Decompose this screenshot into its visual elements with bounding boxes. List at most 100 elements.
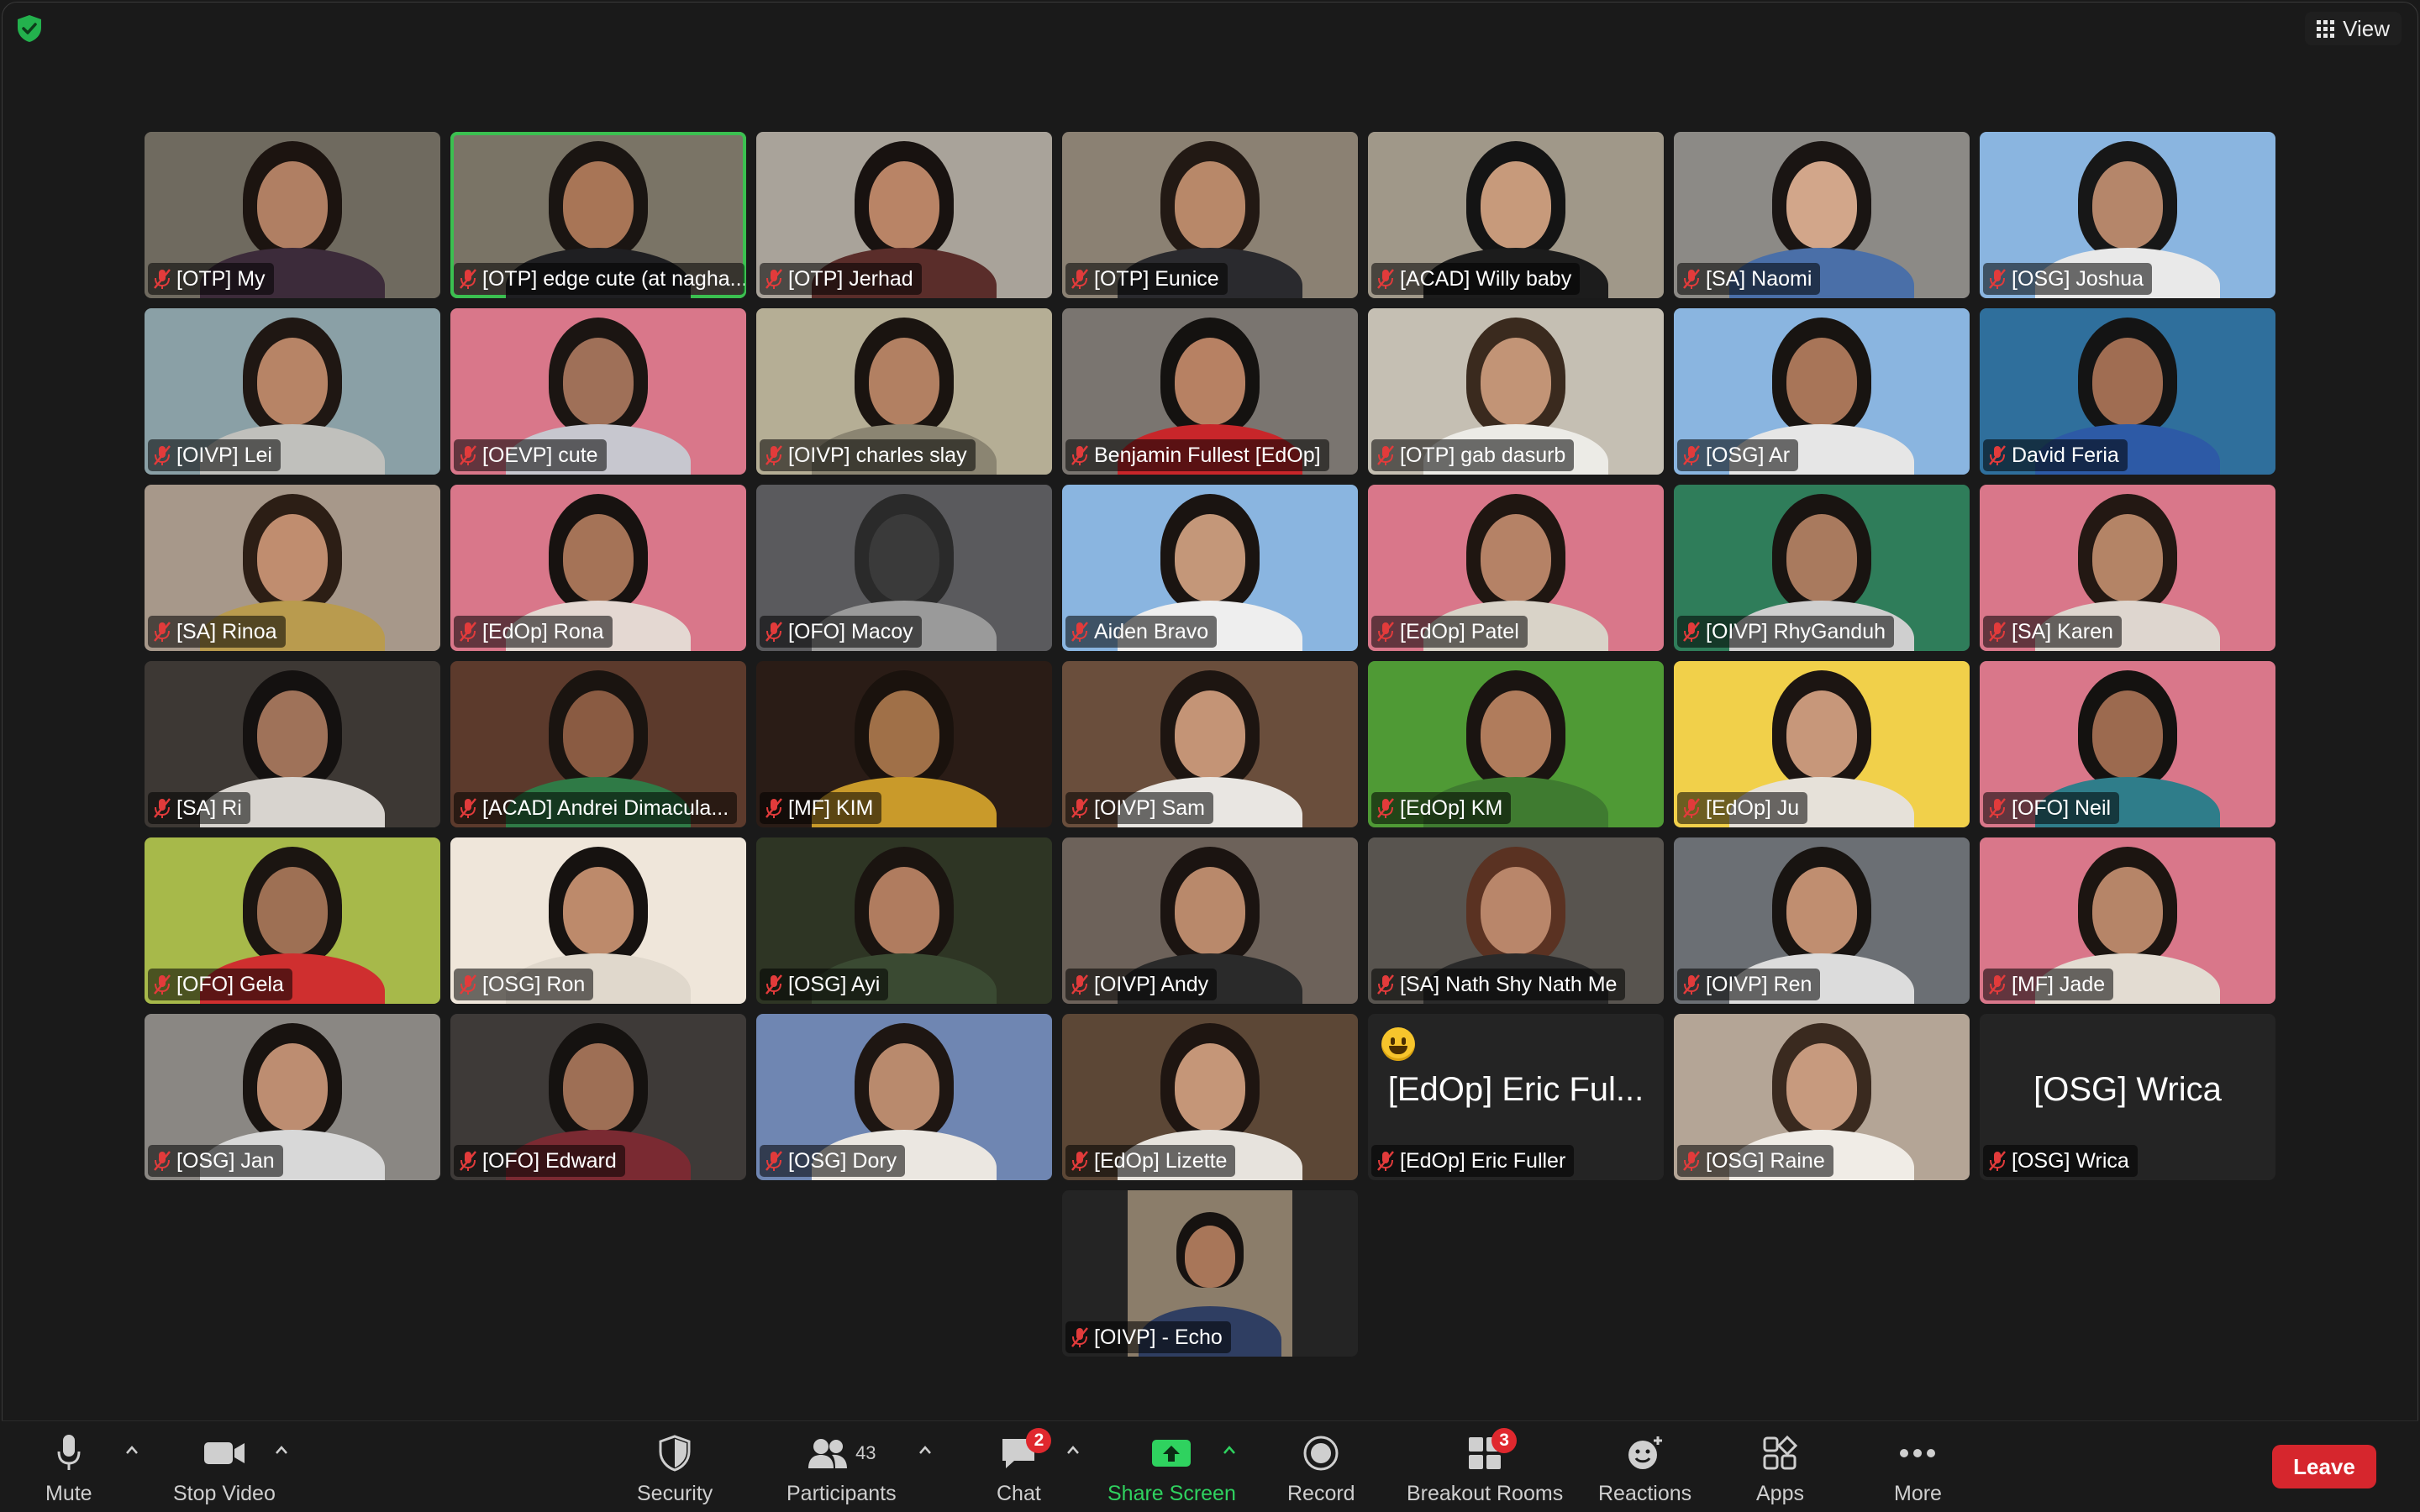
participant-tile[interactable]: [OFO] Gela	[145, 837, 440, 1004]
participant-name-tag: [OSG] Ayi	[760, 969, 889, 1000]
participant-tile[interactable]: [SA] Nath Shy Nath Me	[1368, 837, 1664, 1004]
participant-display-name: [EdOp] Eric Ful...	[1387, 1071, 1644, 1108]
participant-tile[interactable]: [ACAD] Andrei Dimacula...	[450, 661, 746, 827]
muted-microphone-icon	[1683, 798, 1700, 818]
participant-name-tag: [OTP] edge cute (at nagha...	[454, 263, 744, 295]
participant-tile[interactable]: [OSG] Raine	[1674, 1014, 1970, 1180]
participant-tile[interactable]: [EdOp] Patel	[1368, 485, 1664, 651]
reactions-button[interactable]: Reactions	[1598, 1431, 1691, 1506]
record-icon	[1303, 1436, 1339, 1471]
chat-button[interactable]: 2 Chat	[997, 1428, 1052, 1506]
participant-tile[interactable]: [OFO] Macoy	[756, 485, 1052, 651]
participant-tile[interactable]: [OSG] Wrica [OSG] Wrica	[1980, 1014, 2275, 1180]
muted-microphone-icon	[1989, 798, 2006, 818]
gallery-row: [OFO] Gela [OSG] Ron [OSG] Ayi [OIVP] Andy […	[145, 837, 2275, 1004]
participant-tile[interactable]: [EdOp] Ju	[1674, 661, 1970, 827]
muted-microphone-icon	[154, 974, 171, 995]
chat-options-caret-icon[interactable]	[1065, 1445, 1081, 1455]
participant-name: [OSG] Dory	[788, 1148, 897, 1173]
participant-name: [OFO] Gela	[176, 972, 284, 996]
participant-tile[interactable]: David Feria	[1980, 308, 2275, 475]
participant-name-tag: [OSG] Ar	[1677, 439, 1799, 471]
participants-options-caret-icon[interactable]	[918, 1445, 933, 1455]
participant-tile[interactable]: [OFO] Neil	[1980, 661, 2275, 827]
participant-tile[interactable]: [SA] Ri	[145, 661, 440, 827]
participant-tile[interactable]: [OSG] Dory	[756, 1014, 1052, 1180]
record-button[interactable]: Record	[1287, 1431, 1355, 1506]
participant-tile[interactable]: [EdOp] Eric Ful... [EdOp] Eric Fuller	[1368, 1014, 1664, 1180]
participant-tile[interactable]: [EdOp] Rona	[450, 485, 746, 651]
audio-options-caret-icon[interactable]	[124, 1445, 139, 1455]
participant-tile[interactable]: [EdOp] Lizette	[1062, 1014, 1358, 1180]
participant-tile[interactable]: [OIVP] - Echo	[1062, 1190, 1358, 1357]
muted-microphone-icon	[460, 1151, 476, 1171]
participant-tile[interactable]: [OSG] Ar	[1674, 308, 1970, 475]
stop-video-button[interactable]: Stop Video	[173, 1431, 276, 1506]
participant-tile[interactable]: [OTP] My	[145, 132, 440, 298]
muted-microphone-icon	[460, 269, 476, 289]
participant-tile[interactable]: [EdOp] KM	[1368, 661, 1664, 827]
participant-name: [EdOp] Rona	[482, 619, 604, 643]
participant-tile[interactable]: Benjamin Fullest [EdOp]	[1062, 308, 1358, 475]
participant-tile[interactable]: [OTP] Eunice	[1062, 132, 1358, 298]
participant-tile[interactable]: [OIVP] Lei	[145, 308, 440, 475]
participant-name-tag: [SA] Nath Shy Nath Me	[1371, 969, 1626, 1000]
participant-tile[interactable]: [OIVP] RhyGanduh	[1674, 485, 1970, 651]
more-button[interactable]: More	[1894, 1431, 1942, 1506]
muted-microphone-icon	[765, 622, 782, 642]
apps-button[interactable]: Apps	[1756, 1431, 1804, 1506]
participant-tile[interactable]: [OSG] Ron	[450, 837, 746, 1004]
breakout-rooms-button[interactable]: 3 Breakout Rooms	[1407, 1428, 1563, 1506]
participant-tile[interactable]: [OTP] gab dasurb	[1368, 308, 1664, 475]
participant-name: [OIVP] Lei	[176, 443, 272, 467]
participant-tile[interactable]: [ACAD] Willy baby	[1368, 132, 1664, 298]
participant-name-tag: [OSG] Dory	[760, 1145, 906, 1177]
share-options-caret-icon[interactable]	[1222, 1445, 1237, 1455]
participant-name-tag: [OIVP] - Echo	[1065, 1321, 1231, 1353]
participant-name: [EdOp] Lizette	[1094, 1148, 1228, 1173]
gallery-row: [OTP] My [OTP] edge cute (at nagha... [OTP…	[145, 132, 2275, 298]
participant-name: [OSG] Jan	[176, 1148, 275, 1173]
participant-tile[interactable]: [OEVP] cute	[450, 308, 746, 475]
participant-tile[interactable]: [OTP] edge cute (at nagha...	[450, 132, 746, 298]
participant-tile[interactable]: [MF] KIM	[756, 661, 1052, 827]
participant-tile[interactable]: [OSG] Jan	[145, 1014, 440, 1180]
security-button[interactable]: Security	[637, 1431, 713, 1506]
participant-tile[interactable]: Aiden Bravo	[1062, 485, 1358, 651]
video-options-caret-icon[interactable]	[274, 1445, 289, 1455]
participant-tile[interactable]: [OIVP] Sam	[1062, 661, 1358, 827]
participant-name-tag: [EdOp] Lizette	[1065, 1145, 1236, 1177]
participant-tile[interactable]: [OFO] Edward	[450, 1014, 746, 1180]
participant-tile[interactable]: [SA] Rinoa	[145, 485, 440, 651]
mute-button[interactable]: Mute	[45, 1431, 92, 1506]
view-button[interactable]: View	[2305, 12, 2402, 45]
muted-microphone-icon	[765, 1151, 782, 1171]
stop-video-label: Stop Video	[173, 1482, 276, 1505]
leave-button[interactable]: Leave	[2272, 1445, 2376, 1488]
reactions-smiley-icon	[1628, 1436, 1662, 1469]
smiley-icon	[1381, 1027, 1415, 1061]
participant-tile[interactable]: [SA] Karen	[1980, 485, 2275, 651]
participant-name-tag: [EdOp] Rona	[454, 616, 613, 648]
participant-name-tag: [OSG] Ron	[454, 969, 594, 1000]
muted-microphone-icon	[154, 1151, 171, 1171]
participant-tile[interactable]: [OIVP] Andy	[1062, 837, 1358, 1004]
participants-button[interactable]: 43 Participants	[786, 1431, 897, 1506]
participant-tile[interactable]: [OSG] Joshua	[1980, 132, 2275, 298]
mute-label: Mute	[45, 1482, 92, 1505]
participant-tile[interactable]: [OTP] Jerhad	[756, 132, 1052, 298]
participant-tile[interactable]: [SA] Naomi	[1674, 132, 1970, 298]
share-screen-button[interactable]: Share Screen	[1107, 1431, 1236, 1506]
participant-name-tag: [OIVP] RhyGanduh	[1677, 616, 1895, 648]
participant-tile[interactable]: [OIVP] Ren	[1674, 837, 1970, 1004]
grid-view-icon	[2317, 19, 2335, 38]
muted-microphone-icon	[1989, 445, 2006, 465]
muted-microphone-icon	[1683, 974, 1700, 995]
participant-tile[interactable]: [MF] Jade	[1980, 837, 2275, 1004]
participant-tile[interactable]: [OSG] Ayi	[756, 837, 1052, 1004]
participant-name: [EdOp] Patel	[1400, 619, 1519, 643]
participant-tile[interactable]: [OIVP] charles slay	[756, 308, 1052, 475]
participant-name-tag: [OFO] Gela	[148, 969, 292, 1000]
encryption-shield-icon[interactable]	[15, 13, 44, 44]
participant-name-tag: [OTP] gab dasurb	[1371, 439, 1575, 471]
